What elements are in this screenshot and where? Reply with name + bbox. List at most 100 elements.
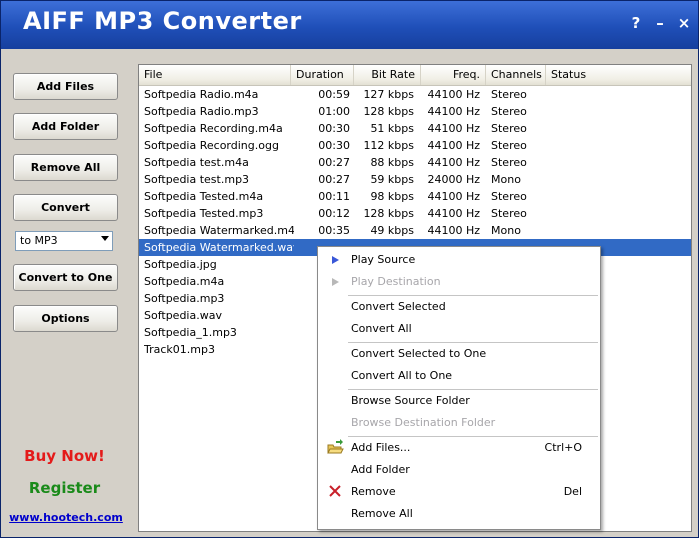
output-format-value: to MP3 — [20, 234, 58, 247]
column-header-channels[interactable]: Channels — [486, 65, 546, 85]
duration-cell: 00:30 — [318, 139, 350, 152]
table-row[interactable]: Softpedia test.mp3 00:27 59 kbps 24000 Hz Mo… — [139, 171, 691, 188]
file-name-cell: Softpedia Watermarked.wav — [144, 241, 294, 254]
file-name-cell: Softpedia Watermarked.m4a — [144, 224, 294, 237]
column-header-status[interactable]: Status — [546, 65, 691, 85]
column-header-bit-rate[interactable]: Bit Rate — [354, 65, 421, 85]
menu-item-label: Remove — [351, 485, 396, 498]
freq-cell: 24000 Hz — [427, 173, 480, 186]
table-row[interactable]: Softpedia test.m4a 00:27 88 kbps 44100 Hz St… — [139, 154, 691, 171]
chevron-down-icon — [101, 236, 109, 241]
channels-cell: Stereo — [491, 156, 527, 169]
menu-item-convert-selected[interactable]: Convert Selected — [318, 297, 600, 317]
menu-item-label: Browse Source Folder — [351, 394, 470, 407]
menu-item-convert-selected-to-one[interactable]: Convert Selected to One — [318, 344, 600, 364]
minimize-button[interactable]: – — [651, 13, 669, 33]
menu-separator — [348, 436, 598, 437]
context-menu: Play Source Play Destination Convert Sel… — [317, 246, 601, 530]
bit-rate-cell: 128 kbps — [363, 207, 414, 220]
freq-cell: 44100 Hz — [427, 224, 480, 237]
menu-separator — [348, 389, 598, 390]
file-name-cell: Softpedia test.mp3 — [144, 173, 250, 186]
freq-cell: 44100 Hz — [427, 207, 480, 220]
bit-rate-cell: 51 kbps — [370, 122, 414, 135]
file-name-cell: Softpedia Radio.mp3 — [144, 105, 259, 118]
menu-item-convert-all-to-one[interactable]: Convert All to One — [318, 366, 600, 386]
table-row[interactable]: Softpedia Tested.mp3 00:12 128 kbps 44100 H… — [139, 205, 691, 222]
remove-x-icon — [326, 482, 344, 502]
menu-item-convert-all[interactable]: Convert All — [318, 319, 600, 339]
duration-cell: 00:35 — [318, 224, 350, 237]
menu-item-label: Play Destination — [351, 275, 441, 288]
menu-item-browse-destination-folder[interactable]: Browse Destination Folder — [318, 413, 600, 433]
freq-cell: 44100 Hz — [427, 139, 480, 152]
channels-cell: Stereo — [491, 122, 527, 135]
file-name-cell: Softpedia_1.mp3 — [144, 326, 237, 339]
menu-item-add-files[interactable]: Add Files... Ctrl+O — [318, 438, 600, 458]
menu-item-browse-source-folder[interactable]: Browse Source Folder — [318, 391, 600, 411]
table-row[interactable]: Softpedia Recording.ogg 00:30 112 kbps 4410… — [139, 137, 691, 154]
bit-rate-cell: 98 kbps — [370, 190, 414, 203]
app-title: AIFF MP3 Converter — [23, 7, 302, 35]
file-name-cell: Softpedia.wav — [144, 309, 222, 322]
menu-item-label: Remove All — [351, 507, 413, 520]
menu-item-remove-all[interactable]: Remove All — [318, 504, 600, 524]
table-row[interactable]: Softpedia Recording.m4a 00:30 51 kbps 44100… — [139, 120, 691, 137]
menu-item-shortcut: Ctrl+O — [544, 441, 582, 454]
channels-cell: Stereo — [491, 139, 527, 152]
play-icon — [326, 250, 344, 270]
menu-item-play-destination[interactable]: Play Destination — [318, 272, 600, 292]
menu-separator — [348, 295, 598, 296]
column-header-duration[interactable]: Duration — [291, 65, 354, 85]
channels-cell: Stereo — [491, 88, 527, 101]
duration-cell: 00:59 — [318, 88, 350, 101]
open-folder-icon — [326, 438, 344, 458]
menu-item-remove[interactable]: Remove Del — [318, 482, 600, 502]
table-row[interactable]: Softpedia Radio.m4a 00:59 127 kbps 44100 Hz… — [139, 86, 691, 103]
channels-cell: Stereo — [491, 207, 527, 220]
menu-item-label: Convert Selected — [351, 300, 446, 313]
column-header-file[interactable]: File — [139, 65, 291, 85]
table-row[interactable]: Softpedia Tested.m4a 00:11 98 kbps 44100 Hz… — [139, 188, 691, 205]
duration-cell: 00:27 — [318, 173, 350, 186]
play-icon — [326, 272, 344, 292]
table-row[interactable]: Softpedia Watermarked.m4a 00:35 49 kbps 441… — [139, 222, 691, 239]
register-link[interactable]: Register — [1, 479, 128, 497]
duration-cell: 00:30 — [318, 122, 350, 135]
close-button[interactable]: × — [675, 13, 693, 33]
duration-cell: 00:12 — [318, 207, 350, 220]
bit-rate-cell: 59 kbps — [370, 173, 414, 186]
file-name-cell: Softpedia.mp3 — [144, 292, 225, 305]
channels-cell: Stereo — [491, 190, 527, 203]
file-name-cell: Softpedia Tested.mp3 — [144, 207, 264, 220]
duration-cell: 00:11 — [318, 190, 350, 203]
menu-item-add-folder[interactable]: Add Folder — [318, 460, 600, 480]
menu-item-label: Add Files... — [351, 441, 411, 454]
remove-all-button[interactable]: Remove All — [13, 154, 118, 181]
add-files-button[interactable]: Add Files — [13, 73, 118, 100]
app-window: AIFF MP3 Converter ? – × Add Files Add F… — [0, 0, 699, 538]
table-row[interactable]: Softpedia Radio.mp3 01:00 128 kbps 44100 Hz… — [139, 103, 691, 120]
output-format-select[interactable]: to MP3 — [15, 231, 113, 251]
channels-cell: Mono — [491, 173, 521, 186]
menu-item-label: Convert Selected to One — [351, 347, 487, 360]
menu-item-label: Convert All — [351, 322, 412, 335]
convert-button[interactable]: Convert — [13, 194, 118, 221]
menu-item-shortcut: Del — [563, 485, 582, 498]
duration-cell: 01:00 — [318, 105, 350, 118]
options-button[interactable]: Options — [13, 305, 118, 332]
menu-item-label: Add Folder — [351, 463, 410, 476]
column-header-freq[interactable]: Freq. — [421, 65, 486, 85]
menu-item-play-source[interactable]: Play Source — [318, 250, 600, 270]
help-button[interactable]: ? — [627, 13, 645, 33]
add-folder-button[interactable]: Add Folder — [13, 113, 118, 140]
buy-now-link[interactable]: Buy Now! — [1, 447, 128, 465]
website-link[interactable]: www.hootech.com — [1, 511, 131, 524]
convert-to-one-button[interactable]: Convert to One — [13, 264, 118, 291]
duration-cell: 00:27 — [318, 156, 350, 169]
menu-item-label: Convert All to One — [351, 369, 453, 382]
freq-cell: 44100 Hz — [427, 105, 480, 118]
menu-item-label: Play Source — [351, 253, 416, 266]
file-name-cell: Softpedia Tested.m4a — [144, 190, 264, 203]
file-name-cell: Track01.mp3 — [144, 343, 215, 356]
